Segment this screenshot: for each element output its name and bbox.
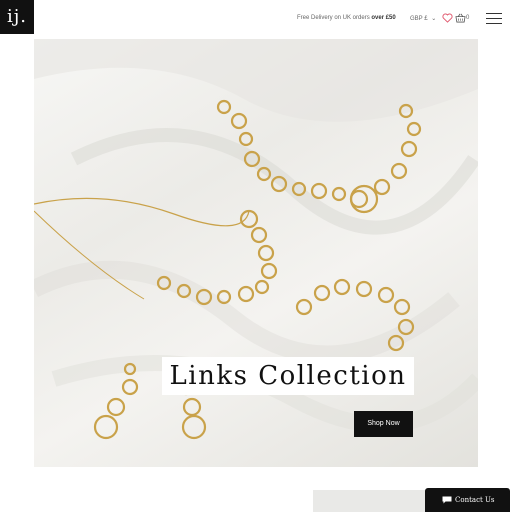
hamburger-menu-icon[interactable] bbox=[486, 13, 502, 24]
hero-title: Links Collection bbox=[162, 357, 414, 395]
heart-icon[interactable] bbox=[442, 13, 453, 23]
brand-logo[interactable]: ij. bbox=[0, 0, 34, 34]
hero-banner: Links Collection Shop Now bbox=[34, 39, 478, 467]
next-section-image bbox=[313, 490, 433, 512]
currency-value: GBP £ bbox=[410, 16, 428, 22]
site-header: ij. Free Delivery on UK orders over £50 … bbox=[0, 0, 512, 36]
contact-us-label: Contact Us bbox=[455, 496, 495, 504]
chevron-down-icon: ⌄ bbox=[431, 16, 437, 22]
promo-threshold: over £50 bbox=[371, 15, 396, 21]
promo-text: Free Delivery on UK orders bbox=[297, 15, 370, 21]
currency-selector[interactable]: GBP £ ⌄ bbox=[410, 15, 436, 22]
basket-icon[interactable] bbox=[455, 13, 466, 23]
basket-count: 0 bbox=[466, 15, 470, 21]
shop-now-button[interactable]: Shop Now bbox=[354, 411, 413, 437]
chat-icon bbox=[442, 496, 452, 504]
hero-jewellery-image bbox=[34, 39, 478, 440]
contact-us-button[interactable]: Contact Us bbox=[425, 488, 510, 512]
free-delivery-banner: Free Delivery on UK orders over £50 bbox=[297, 15, 396, 21]
